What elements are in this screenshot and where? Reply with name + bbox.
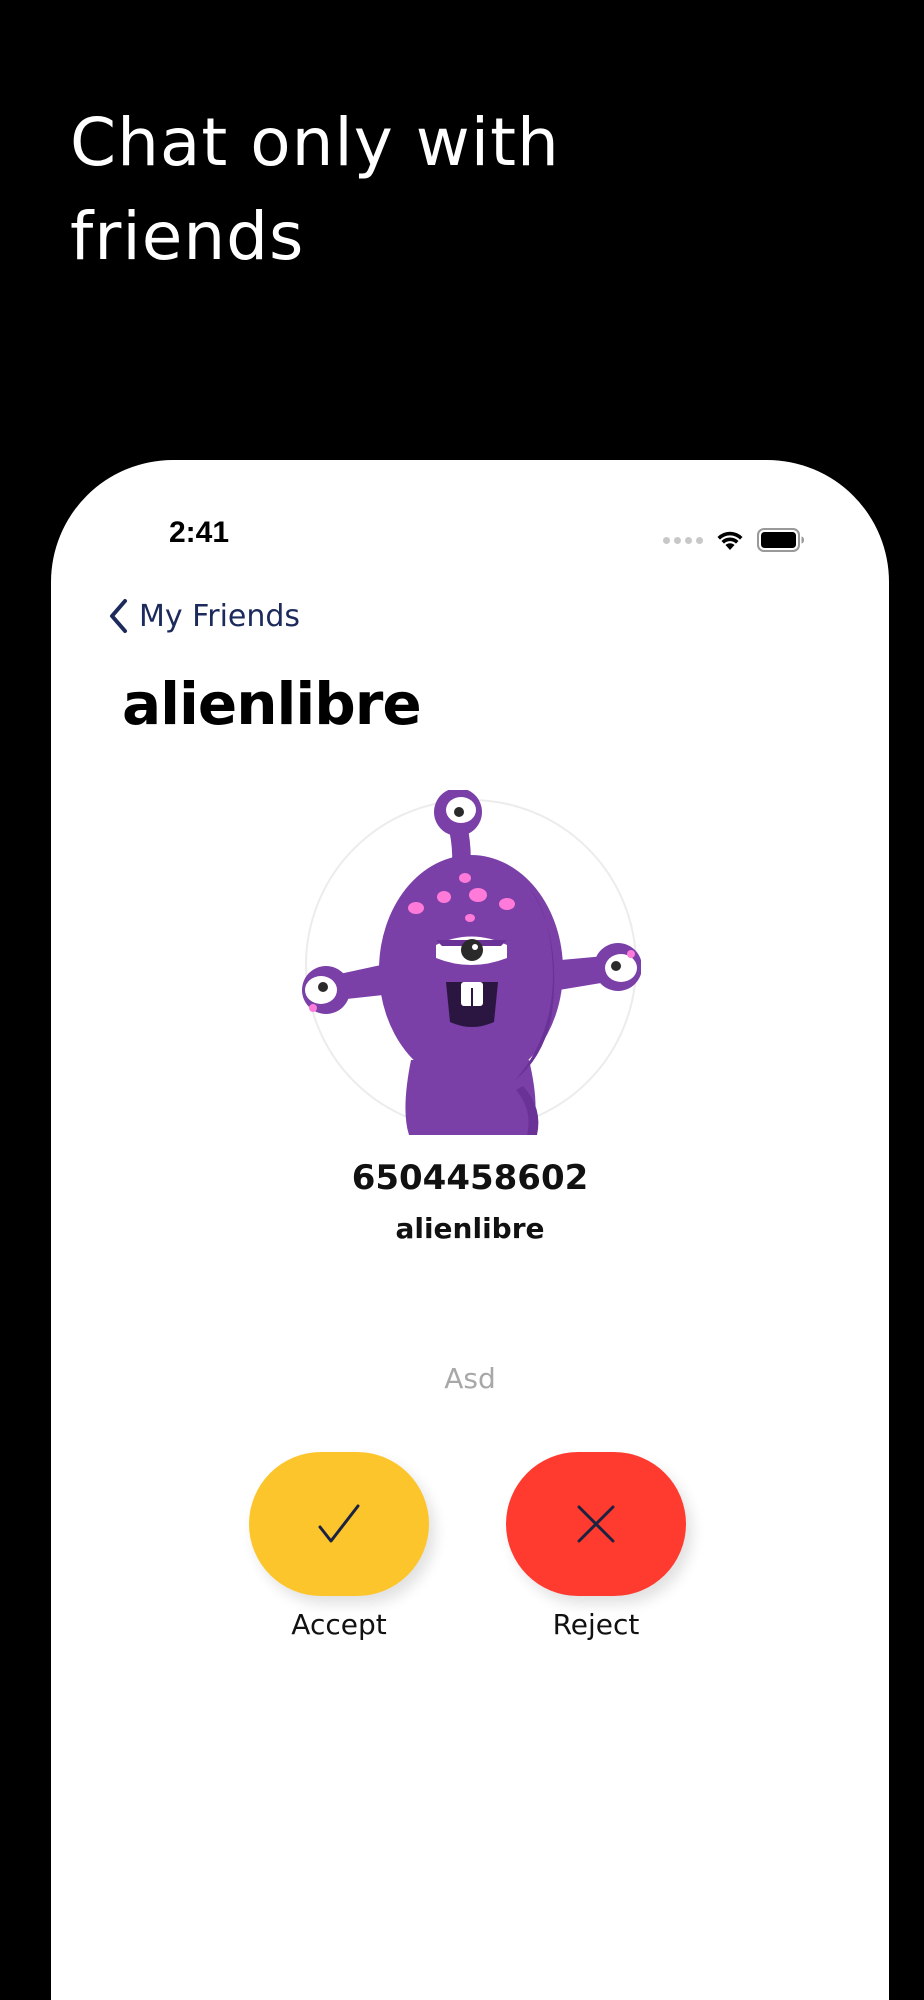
page-title: alienlibre: [122, 670, 422, 738]
avatar: [301, 790, 641, 1135]
chevron-left-icon: [110, 599, 127, 633]
wifi-icon: [717, 531, 743, 550]
reject-button[interactable]: [506, 1452, 686, 1596]
status-icons: [663, 526, 805, 554]
status-time: 2:41: [169, 516, 230, 549]
phone-number: 6504458602: [351, 1158, 589, 1198]
request-message: Asd: [444, 1362, 496, 1395]
back-label: My Friends: [139, 598, 301, 634]
signal-icon: [663, 536, 703, 544]
back-button[interactable]: My Friends: [107, 598, 300, 634]
battery-icon: [757, 528, 804, 552]
promo-headline: Chat only with friends: [70, 104, 560, 275]
accept-label: Accept: [291, 1608, 387, 1641]
checkmark-icon: [318, 1504, 360, 1543]
phone-screen: 2:41 My Friends alienlibre 6504458602 al…: [51, 460, 889, 2000]
alien-avatar-icon: [302, 790, 641, 1135]
username: alienlibre: [395, 1212, 545, 1245]
close-icon: [577, 1505, 615, 1543]
accept-button[interactable]: [249, 1452, 429, 1596]
reject-label: Reject: [552, 1608, 640, 1641]
